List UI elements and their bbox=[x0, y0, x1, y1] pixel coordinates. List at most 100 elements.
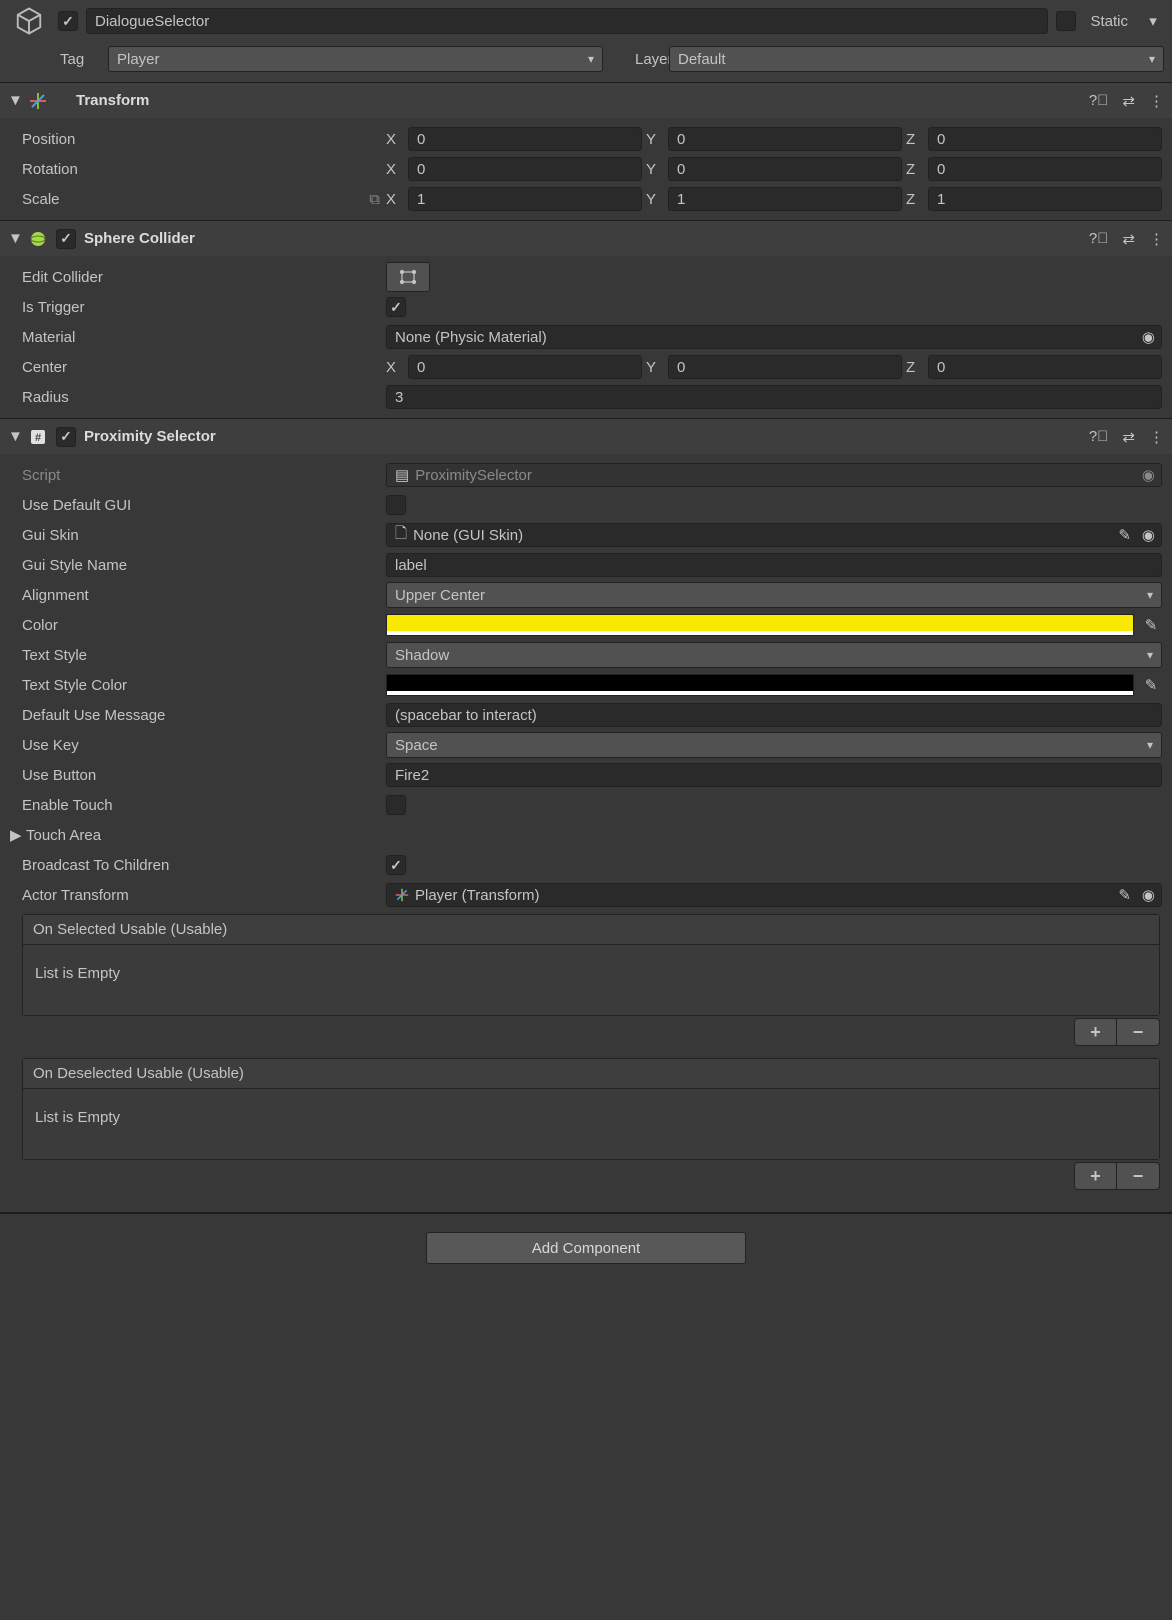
actor-transform-value: Player (Transform) bbox=[415, 887, 539, 904]
use-button-input[interactable] bbox=[386, 763, 1162, 787]
use-key-dropdown[interactable]: Space bbox=[386, 732, 1162, 758]
object-picker-icon[interactable]: ◉ bbox=[1142, 886, 1155, 904]
scale-z[interactable] bbox=[928, 187, 1162, 211]
sphere-collider-enabled[interactable] bbox=[56, 229, 76, 249]
eyedropper-icon[interactable]: ✎ bbox=[1140, 676, 1162, 694]
file-icon: 🗋 bbox=[395, 523, 407, 548]
svg-text:#: # bbox=[35, 432, 41, 444]
text-style-color-label: Text Style Color bbox=[22, 677, 386, 694]
rotation-y[interactable] bbox=[668, 157, 902, 181]
preset-icon[interactable]: ⇄ bbox=[1122, 230, 1135, 248]
menu-icon[interactable]: ⋮ bbox=[1149, 428, 1164, 446]
transform-icon bbox=[28, 91, 48, 111]
tag-value: Player bbox=[117, 51, 160, 68]
proximity-selector-header[interactable]: ▼ # Proximity Selector ?⃝ ⇄ ⋮ bbox=[0, 418, 1172, 454]
y-label: Y bbox=[646, 131, 664, 148]
broadcast-checkbox[interactable] bbox=[386, 855, 406, 875]
scale-y[interactable] bbox=[668, 187, 902, 211]
rotation-z[interactable] bbox=[928, 157, 1162, 181]
scale-x[interactable] bbox=[408, 187, 642, 211]
event-add-remove: + − bbox=[1074, 1018, 1160, 1046]
proximity-selector-title: Proximity Selector bbox=[84, 428, 1081, 445]
help-icon[interactable]: ?⃝ bbox=[1089, 92, 1109, 110]
event-header: On Selected Usable (Usable) bbox=[23, 915, 1159, 945]
position-y[interactable] bbox=[668, 127, 902, 151]
enable-touch-label: Enable Touch bbox=[22, 797, 386, 814]
proximity-selector-enabled[interactable] bbox=[56, 427, 76, 447]
foldout-icon[interactable]: ▼ bbox=[8, 428, 20, 445]
add-event-button[interactable]: + bbox=[1075, 1163, 1117, 1189]
gui-skin-label: Gui Skin bbox=[22, 527, 386, 544]
add-event-button[interactable]: + bbox=[1075, 1019, 1117, 1045]
edit-icon[interactable]: ✎ bbox=[1118, 526, 1131, 544]
radius-input[interactable] bbox=[386, 385, 1162, 409]
actor-transform-field[interactable]: Player (Transform) ✎ ◉ bbox=[386, 883, 1162, 907]
script-label: Script bbox=[22, 467, 386, 484]
foldout-icon[interactable]: ▼ bbox=[8, 92, 20, 109]
sphere-collider-icon bbox=[28, 229, 48, 249]
remove-event-button[interactable]: − bbox=[1117, 1019, 1159, 1045]
event-add-remove: + − bbox=[1074, 1162, 1160, 1190]
edit-icon[interactable]: ✎ bbox=[1118, 886, 1131, 904]
text-style-value: Shadow bbox=[395, 647, 449, 664]
material-field[interactable]: None (Physic Material) ◉ bbox=[386, 325, 1162, 349]
center-x[interactable] bbox=[408, 355, 642, 379]
is-trigger-checkbox[interactable] bbox=[386, 297, 406, 317]
layer-value: Default bbox=[678, 51, 726, 68]
object-picker-icon[interactable]: ◉ bbox=[1142, 328, 1155, 346]
gui-skin-value: None (GUI Skin) bbox=[413, 527, 523, 544]
position-label: Position bbox=[22, 131, 386, 148]
color-field[interactable] bbox=[386, 614, 1134, 636]
edit-collider-button[interactable] bbox=[386, 262, 430, 292]
preset-icon[interactable]: ⇄ bbox=[1122, 428, 1135, 446]
enable-touch-checkbox[interactable] bbox=[386, 795, 406, 815]
use-key-value: Space bbox=[395, 737, 438, 754]
help-icon[interactable]: ?⃝ bbox=[1089, 230, 1109, 248]
sphere-collider-header[interactable]: ▼ Sphere Collider ?⃝ ⇄ ⋮ bbox=[0, 220, 1172, 256]
static-dropdown-icon[interactable]: ▾ bbox=[1142, 8, 1164, 34]
file-icon: ▤ bbox=[395, 466, 409, 484]
add-component-label: Add Component bbox=[532, 1240, 640, 1257]
material-value: None (Physic Material) bbox=[395, 329, 547, 346]
static-checkbox[interactable] bbox=[1056, 11, 1076, 31]
position-z[interactable] bbox=[928, 127, 1162, 151]
foldout-icon[interactable]: ▶ bbox=[10, 826, 22, 844]
foldout-icon[interactable]: ▼ bbox=[8, 230, 20, 247]
default-use-message-input[interactable] bbox=[386, 703, 1162, 727]
menu-icon[interactable]: ⋮ bbox=[1149, 92, 1164, 110]
add-component-button[interactable]: Add Component bbox=[426, 1232, 746, 1264]
position-x[interactable] bbox=[408, 127, 642, 151]
eyedropper-icon[interactable]: ✎ bbox=[1140, 616, 1162, 634]
alignment-dropdown[interactable]: Upper Center bbox=[386, 582, 1162, 608]
radius-label: Radius bbox=[22, 389, 386, 406]
gui-style-name-label: Gui Style Name bbox=[22, 557, 386, 574]
center-y[interactable] bbox=[668, 355, 902, 379]
menu-icon[interactable]: ⋮ bbox=[1149, 230, 1164, 248]
text-style-dropdown[interactable]: Shadow bbox=[386, 642, 1162, 668]
tag-dropdown[interactable]: Player bbox=[108, 46, 603, 72]
touch-area-label[interactable]: Touch Area bbox=[22, 827, 101, 844]
help-icon[interactable]: ?⃝ bbox=[1089, 428, 1109, 446]
transform-header[interactable]: ▼ Transform ?⃝ ⇄ ⋮ bbox=[0, 82, 1172, 118]
object-picker-icon[interactable]: ◉ bbox=[1142, 526, 1155, 544]
static-label: Static bbox=[1084, 13, 1134, 30]
preset-icon[interactable]: ⇄ bbox=[1122, 92, 1135, 110]
text-style-color-field[interactable] bbox=[386, 674, 1134, 696]
proximity-selector-body: Script ▤ ProximitySelector ◉ Use Default… bbox=[0, 454, 1172, 1204]
gui-style-name-input[interactable] bbox=[386, 553, 1162, 577]
rotation-x[interactable] bbox=[408, 157, 642, 181]
gui-skin-field[interactable]: 🗋 None (GUI Skin) ✎ ◉ bbox=[386, 523, 1162, 547]
z-label: Z bbox=[906, 131, 924, 148]
on-selected-usable-event: On Selected Usable (Usable) List is Empt… bbox=[22, 914, 1160, 1016]
layer-dropdown[interactable]: Default bbox=[669, 46, 1164, 72]
center-z[interactable] bbox=[928, 355, 1162, 379]
active-checkbox[interactable] bbox=[58, 11, 78, 31]
layer-label: Layer bbox=[611, 51, 661, 68]
remove-event-button[interactable]: − bbox=[1117, 1163, 1159, 1189]
sphere-collider-title: Sphere Collider bbox=[84, 230, 1081, 247]
tag-label: Tag bbox=[60, 51, 100, 68]
gameobject-name-input[interactable] bbox=[86, 8, 1048, 34]
event-header: On Deselected Usable (Usable) bbox=[23, 1059, 1159, 1089]
constrain-icon[interactable]: ⧉ bbox=[369, 191, 380, 208]
use-default-gui-checkbox[interactable] bbox=[386, 495, 406, 515]
